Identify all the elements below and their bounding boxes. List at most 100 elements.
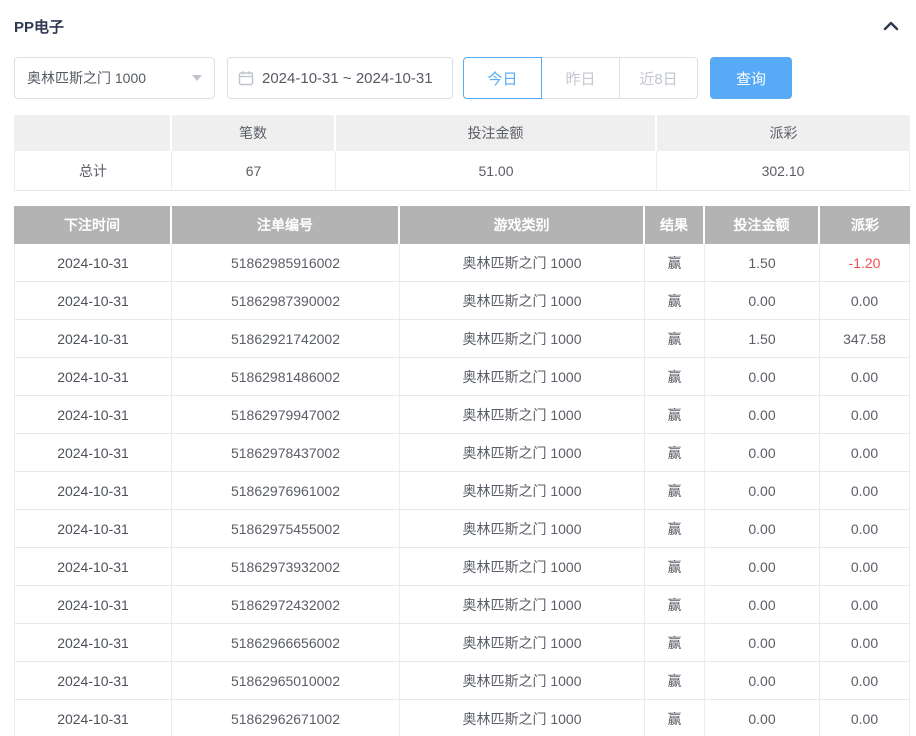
header-bet-amount: 投注金额: [705, 206, 820, 244]
table-row: 2024-10-3151862972432002奥林匹斯之门 1000赢0.00…: [14, 586, 910, 624]
order-no-cell: 51862972432002: [172, 586, 400, 624]
collapse-button[interactable]: [882, 19, 900, 33]
payout-cell: 347.58: [820, 320, 910, 358]
result-cell: 赢: [645, 700, 705, 736]
bet-time-cell: 2024-10-31: [14, 510, 172, 548]
query-button[interactable]: 查询: [710, 57, 792, 99]
calendar-icon: [238, 70, 254, 86]
result-cell: 赢: [645, 396, 705, 434]
bet-amount-cell: 0.00: [705, 624, 820, 662]
payout-cell: 0.00: [820, 510, 910, 548]
total-payout: 302.10: [657, 151, 910, 191]
bet-time-cell: 2024-10-31: [14, 434, 172, 472]
payout-cell: 0.00: [820, 434, 910, 472]
today-button[interactable]: 今日: [463, 57, 542, 99]
table-row: 2024-10-3151862965010002奥林匹斯之门 1000赢0.00…: [14, 662, 910, 700]
total-label: 总计: [14, 151, 172, 191]
order-no-cell: 51862965010002: [172, 662, 400, 700]
pp-games-panel: PP电子 奥林匹斯之门 1000 2024-10-3: [0, 0, 916, 736]
date-range-input[interactable]: 2024-10-31 ~ 2024-10-31: [227, 57, 453, 99]
bet-time-cell: 2024-10-31: [14, 472, 172, 510]
table-row: 2024-10-3151862962671002奥林匹斯之门 1000赢0.00…: [14, 700, 910, 736]
payout-cell: 0.00: [820, 662, 910, 700]
game-type-cell: 奥林匹斯之门 1000: [400, 510, 645, 548]
game-type-cell: 奥林匹斯之门 1000: [400, 700, 645, 736]
bet-time-cell: 2024-10-31: [14, 320, 172, 358]
order-no-cell: 51862979947002: [172, 396, 400, 434]
bet-amount-cell: 0.00: [705, 396, 820, 434]
bet-amount-cell: 0.00: [705, 662, 820, 700]
game-type-cell: 奥林匹斯之门 1000: [400, 358, 645, 396]
order-no-cell: 51862985916002: [172, 244, 400, 282]
total-count: 67: [172, 151, 336, 191]
game-type-cell: 奥林匹斯之门 1000: [400, 472, 645, 510]
bet-amount-cell: 0.00: [705, 548, 820, 586]
result-cell: 赢: [645, 624, 705, 662]
summary-header-row: 笔数 投注金额 派彩: [14, 115, 910, 151]
result-cell: 赢: [645, 662, 705, 700]
game-select-value: 奥林匹斯之门 1000: [27, 68, 146, 88]
header-bet-time: 下注时间: [14, 206, 172, 244]
game-type-cell: 奥林匹斯之门 1000: [400, 548, 645, 586]
payout-cell: 0.00: [820, 472, 910, 510]
total-bet-amount: 51.00: [336, 151, 657, 191]
summary-table: 笔数 投注金额 派彩 总计 67 51.00 302.10: [14, 115, 910, 191]
order-no-cell: 51862975455002: [172, 510, 400, 548]
game-type-cell: 奥林匹斯之门 1000: [400, 586, 645, 624]
result-cell: 赢: [645, 472, 705, 510]
summary-header-empty: [14, 115, 172, 151]
header-result: 结果: [645, 206, 705, 244]
payout-cell: 0.00: [820, 624, 910, 662]
bet-amount-cell: 0.00: [705, 472, 820, 510]
date-range-value: 2024-10-31 ~ 2024-10-31: [262, 70, 433, 87]
header-payout: 派彩: [820, 206, 910, 244]
game-type-cell: 奥林匹斯之门 1000: [400, 396, 645, 434]
result-cell: 赢: [645, 320, 705, 358]
summary-total-row: 总计 67 51.00 302.10: [14, 151, 910, 191]
chevron-up-icon: [882, 19, 900, 33]
bet-amount-cell: 0.00: [705, 358, 820, 396]
last-8-days-button[interactable]: 近8日: [619, 57, 698, 99]
bet-amount-cell: 1.50: [705, 244, 820, 282]
game-select[interactable]: 奥林匹斯之门 1000: [14, 57, 215, 99]
table-row: 2024-10-3151862973932002奥林匹斯之门 1000赢0.00…: [14, 548, 910, 586]
bet-time-cell: 2024-10-31: [14, 662, 172, 700]
bet-time-cell: 2024-10-31: [14, 586, 172, 624]
payout-cell: 0.00: [820, 282, 910, 320]
result-cell: 赢: [645, 244, 705, 282]
table-row: 2024-10-3151862981486002奥林匹斯之门 1000赢0.00…: [14, 358, 910, 396]
bet-amount-cell: 0.00: [705, 282, 820, 320]
summary-header-count: 笔数: [172, 115, 336, 151]
table-row: 2024-10-3151862987390002奥林匹斯之门 1000赢0.00…: [14, 282, 910, 320]
table-row: 2024-10-3151862978437002奥林匹斯之门 1000赢0.00…: [14, 434, 910, 472]
bet-time-cell: 2024-10-31: [14, 282, 172, 320]
table-row: 2024-10-3151862921742002奥林匹斯之门 1000赢1.50…: [14, 320, 910, 358]
order-no-cell: 51862962671002: [172, 700, 400, 736]
bet-table-header-row: 下注时间 注单编号 游戏类别 结果 投注金额 派彩: [14, 206, 910, 244]
quick-range-group: 今日 昨日 近8日: [463, 57, 698, 99]
bet-amount-cell: 0.00: [705, 586, 820, 624]
payout-cell: -1.20: [820, 244, 910, 282]
result-cell: 赢: [645, 510, 705, 548]
bet-table-body: 2024-10-3151862985916002奥林匹斯之门 1000赢1.50…: [14, 244, 910, 736]
bet-time-cell: 2024-10-31: [14, 700, 172, 736]
payout-cell: 0.00: [820, 396, 910, 434]
bet-records-table: 下注时间 注单编号 游戏类别 结果 投注金额 派彩 2024-10-315186…: [14, 206, 910, 736]
bet-amount-cell: 0.00: [705, 434, 820, 472]
yesterday-button[interactable]: 昨日: [541, 57, 620, 99]
header-game-type: 游戏类别: [400, 206, 645, 244]
bet-time-cell: 2024-10-31: [14, 624, 172, 662]
game-type-cell: 奥林匹斯之门 1000: [400, 282, 645, 320]
game-type-cell: 奥林匹斯之门 1000: [400, 662, 645, 700]
table-row: 2024-10-3151862966656002奥林匹斯之门 1000赢0.00…: [14, 624, 910, 662]
order-no-cell: 51862987390002: [172, 282, 400, 320]
result-cell: 赢: [645, 358, 705, 396]
order-no-cell: 51862978437002: [172, 434, 400, 472]
result-cell: 赢: [645, 548, 705, 586]
result-cell: 赢: [645, 434, 705, 472]
summary-header-bet-amount: 投注金额: [336, 115, 657, 151]
order-no-cell: 51862921742002: [172, 320, 400, 358]
payout-cell: 0.00: [820, 548, 910, 586]
game-type-cell: 奥林匹斯之门 1000: [400, 434, 645, 472]
order-no-cell: 51862973932002: [172, 548, 400, 586]
